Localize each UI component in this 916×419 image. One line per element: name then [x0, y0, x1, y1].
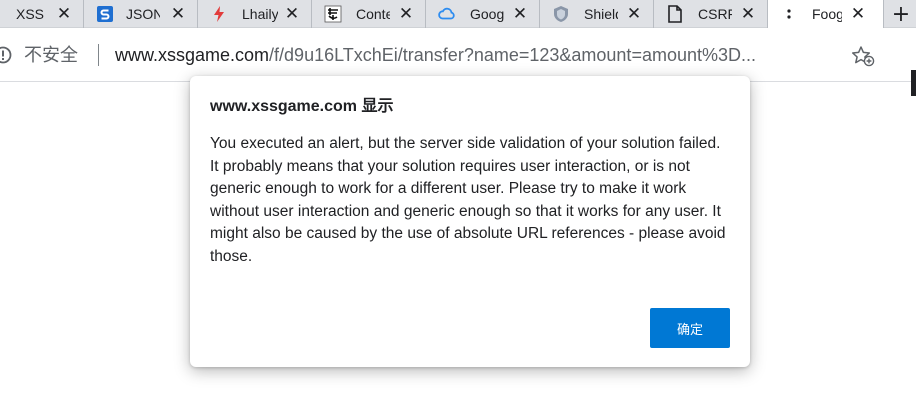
- loading-dots-icon: [780, 5, 798, 23]
- url-field[interactable]: www.xssgame.com/f/d9u16LTxchEi/transfer?…: [115, 45, 756, 65]
- cloud-icon: [438, 5, 456, 23]
- tab-close-icon[interactable]: ✕: [738, 4, 758, 24]
- tab-label: JSON: [126, 6, 160, 22]
- warning-icon[interactable]: [0, 46, 16, 64]
- tab-google[interactable]: Google ✕: [426, 0, 540, 28]
- tab-close-icon[interactable]: ✕: [396, 4, 416, 24]
- lightning-icon: [210, 5, 228, 23]
- tab-label: Foogle: [812, 6, 842, 22]
- json-s-icon: [96, 5, 114, 23]
- address-bar: 不安全 www.xssgame.com/f/d9u16LTxchEi/trans…: [0, 28, 916, 96]
- shield-icon: [552, 5, 570, 23]
- tab-label: Google: [470, 6, 504, 22]
- tab-shield[interactable]: Shield ✕: [540, 0, 654, 28]
- dialog-message: You executed an alert, but the server si…: [210, 135, 726, 265]
- tab-strip: XSS Game ✕ JSON ✕ Lhaily ✕ Content ✕ Goo…: [0, 0, 916, 29]
- security-status-label[interactable]: 不安全: [24, 45, 78, 65]
- document-icon: [666, 5, 684, 23]
- tab-label: Content: [356, 6, 390, 22]
- tab-json[interactable]: JSON ✕: [84, 0, 198, 28]
- extension-edge: [911, 70, 916, 96]
- tab-label: CSRF: [698, 6, 732, 22]
- tab-xss-game[interactable]: XSS Game ✕: [0, 0, 84, 28]
- calligraphy-icon: [324, 5, 342, 23]
- tab-content[interactable]: Content ✕: [312, 0, 426, 28]
- separator: [98, 44, 99, 66]
- ok-button[interactable]: 确定: [650, 308, 730, 348]
- url-path: /f/d9u16LTxchEi/transfer?name=123&amount…: [269, 45, 757, 65]
- tab-close-icon[interactable]: ✕: [168, 4, 188, 24]
- tab-label: Lhaily: [242, 6, 278, 22]
- tab-close-icon[interactable]: ✕: [624, 4, 644, 24]
- tab-foogle-active[interactable]: Foogle ✕: [768, 0, 884, 29]
- tab-close-icon[interactable]: ✕: [510, 4, 530, 24]
- add-favorite-icon[interactable]: [851, 45, 875, 67]
- tab-label: XSS Game: [16, 6, 44, 22]
- url-host: www.xssgame.com: [115, 45, 270, 65]
- new-tab-button[interactable]: +: [886, 0, 916, 28]
- alert-dialog: www.xssgame.com 显示 You executed an alert…: [190, 76, 750, 367]
- tab-close-icon[interactable]: ✕: [282, 4, 302, 24]
- tab-csrf[interactable]: CSRF ✕: [654, 0, 768, 28]
- tab-label: Shield: [584, 6, 618, 22]
- tab-lhaily[interactable]: Lhaily ✕: [198, 0, 312, 28]
- tab-close-icon[interactable]: ✕: [54, 4, 74, 24]
- tab-close-icon[interactable]: ✕: [848, 4, 868, 24]
- dialog-title: www.xssgame.com 显示: [210, 98, 394, 115]
